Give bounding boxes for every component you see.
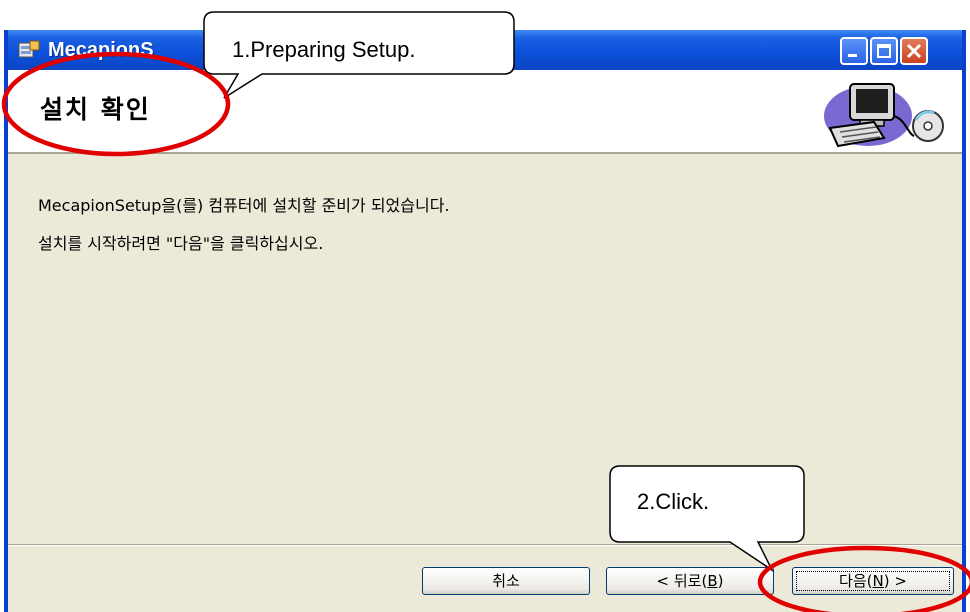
callout-text-2: 2.Click. xyxy=(637,489,710,514)
next-button-focus-ring: 다음(N) > xyxy=(796,571,950,591)
page-title: 설치 확인 xyxy=(40,95,151,124)
minimize-icon xyxy=(848,54,857,57)
footer-divider xyxy=(8,544,962,546)
ready-message: MecapionSetup을(를) 컴퓨터에 설치할 준비가 되었습니다. xyxy=(38,196,450,215)
next-button-suffix: ) > xyxy=(883,572,907,590)
minimize-button[interactable] xyxy=(840,37,868,65)
next-button-label: 다음( xyxy=(839,572,873,590)
back-button[interactable]: < 뒤로(B) xyxy=(606,567,774,595)
close-icon xyxy=(906,43,922,59)
back-button-suffix: ) xyxy=(717,572,724,590)
next-button[interactable]: 다음(N) > xyxy=(792,567,954,595)
installer-app-icon xyxy=(18,40,40,58)
back-button-label: < 뒤로( xyxy=(656,572,708,590)
installer-window: MecapionS 설치 확인 MecapionSetup을(를) 컴퓨터에 설… xyxy=(4,30,966,612)
back-button-accesskey: B xyxy=(707,572,718,590)
computer-cd-icon xyxy=(824,83,944,148)
next-button-accesskey: N xyxy=(872,572,884,590)
window-title: MecapionS xyxy=(48,39,154,61)
dialog-header: 설치 확인 xyxy=(8,70,962,154)
maximize-button[interactable] xyxy=(870,37,898,65)
title-bar[interactable]: MecapionS xyxy=(8,30,962,70)
close-button[interactable] xyxy=(900,37,928,65)
maximize-icon xyxy=(877,44,891,58)
callout-text-1: 1.Preparing Setup. xyxy=(232,37,416,62)
instruction-message: 설치를 시작하려면 "다음"을 클릭하십시오. xyxy=(38,234,324,253)
cancel-button[interactable]: 취소 xyxy=(422,567,590,595)
